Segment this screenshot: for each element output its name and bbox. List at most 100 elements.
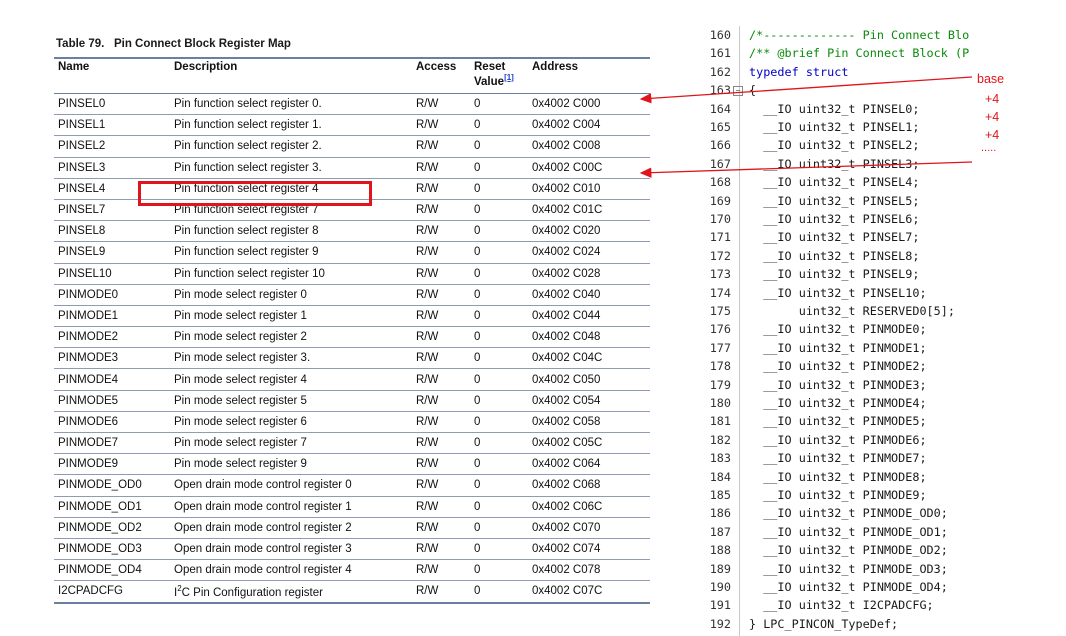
cell-access: R/W — [412, 305, 470, 328]
cell-address: 0x4002 C00C — [528, 157, 650, 179]
cell-reset: 0 — [470, 114, 528, 137]
table-row: PINSEL10 Pin function select register 10 R… — [54, 263, 650, 285]
code-line: 162 typedef struct — [697, 63, 849, 81]
desc-rest: C Pin Configuration register — [181, 586, 323, 599]
annotation-plus4-2: +4 — [985, 110, 1000, 124]
table-row: PINMODE3 Pin mode select register 3. R/W 0 0… — [54, 347, 650, 370]
table-row: PINMODE0 Pin mode select register 0 R/W 0 0x… — [54, 284, 650, 306]
cell-name: PINMODE4 — [54, 368, 170, 391]
cell-name: PINSEL2 — [54, 135, 170, 158]
code-text: { — [749, 83, 757, 98]
table-row: I2CPADCFG I2C Pin Configuration register R… — [54, 580, 650, 604]
cell-address: 0x4002 C004 — [528, 114, 650, 137]
code-text: __IO uint32_t PINMODE1; — [749, 340, 927, 355]
code-line: 160 /*------------- Pin Connect Blo — [697, 26, 970, 44]
table-row: PINMODE_OD0 Open drain mode control regis… — [54, 474, 650, 497]
cell-access: R/W — [412, 178, 470, 200]
code-text: __IO uint32_t PINMODE8; — [749, 469, 927, 484]
cell-description: Pin mode select register 7 — [170, 432, 412, 455]
cell-description: Pin mode select register 6 — [170, 411, 412, 434]
header-description: Description — [170, 57, 412, 94]
cell-access: R/W — [412, 538, 470, 561]
cell-address: 0x4002 C000 — [528, 93, 650, 116]
cell-description: Pin mode select register 3. — [170, 347, 412, 370]
cell-name: PINMODE6 — [54, 411, 170, 434]
highlight-box-pinsel4 — [138, 181, 372, 206]
code-text: __IO uint32_t PINMODE_OD0; — [749, 506, 948, 521]
cell-description: Pin function select register 10 — [170, 263, 412, 285]
code-line: 188 __IO uint32_t PINMODE_OD2; — [697, 541, 948, 559]
code-text: __IO uint32_t PINSEL9; — [749, 267, 920, 282]
table-row: PINMODE6 Pin mode select register 6 R/W 0 0x… — [54, 411, 650, 434]
cell-name: PINMODE_OD2 — [54, 517, 170, 539]
register-map-panel: Table 79. Pin Connect Block Register Map… — [54, 0, 654, 636]
line-number: 172 — [709, 248, 731, 263]
code-text: __IO uint32_t PINSEL3; — [749, 156, 920, 171]
code-line: 189 __IO uint32_t PINMODE_OD3; — [697, 560, 948, 578]
table-row: PINSEL3 Pin function select register 3. R/… — [54, 157, 650, 179]
cell-name: PINSEL8 — [54, 220, 170, 243]
table-row: PINSEL0 Pin function select register 0. R/… — [54, 93, 650, 116]
cell-reset: 0 — [470, 263, 528, 285]
table-body: PINSEL0 Pin function select register 0. R/… — [54, 93, 650, 604]
line-number: 170 — [709, 212, 731, 226]
line-number: 184 — [709, 469, 731, 484]
code-line: 178 __IO uint32_t PINMODE2; — [697, 357, 927, 375]
line-number: 176 — [709, 322, 731, 337]
code-line: 168 __IO uint32_t PINSEL4; — [697, 173, 920, 191]
code-line: 161 /** @brief Pin Connect Block (P — [697, 44, 970, 62]
code-text: __IO uint32_t PINSEL7; — [749, 230, 920, 245]
cell-access: R/W — [412, 93, 470, 116]
code-text: __IO uint32_t PINSEL0; — [749, 101, 920, 116]
cell-access: R/W — [412, 496, 470, 518]
cell-address: 0x4002 C04C — [528, 347, 650, 370]
cell-name: PINSEL10 — [54, 263, 170, 285]
cell-name: PINMODE0 — [54, 284, 170, 306]
header-name: Name — [54, 57, 170, 94]
table-header-row: Name Description Access Reset Value[1] A… — [54, 57, 650, 94]
cell-description: Pin function select register 0. — [170, 93, 412, 116]
cell-reset: 0 — [470, 432, 528, 455]
code-text: __IO uint32_t PINSEL5; — [749, 193, 920, 208]
line-number: 180 — [709, 396, 731, 410]
cell-reset: 0 — [470, 157, 528, 179]
line-number: 179 — [709, 377, 731, 392]
code-line: 182 __IO uint32_t PINMODE6; — [697, 431, 927, 449]
cell-access: R/W — [412, 326, 470, 349]
table-row: PINSEL8 Pin function select register 8 R/W… — [54, 220, 650, 243]
cell-access: R/W — [412, 263, 470, 285]
code-line: 185 __IO uint32_t PINMODE9; — [697, 486, 927, 504]
line-number: 188 — [709, 543, 731, 558]
cell-description: Open drain mode control register 0 — [170, 474, 412, 497]
header-reset-value: Reset Value[1] — [470, 57, 528, 94]
cell-description: Pin mode select register 1 — [170, 305, 412, 328]
cell-name: PINMODE5 — [54, 390, 170, 412]
cell-access: R/W — [412, 390, 470, 412]
table-row: PINSEL9 Pin function select register 9 R/W… — [54, 241, 650, 264]
code-line: 180 __IO uint32_t PINMODE4; — [697, 394, 927, 412]
cell-address: 0x4002 C06C — [528, 496, 650, 518]
cell-address: 0x4002 C064 — [528, 453, 650, 476]
fold-toggle-icon[interactable]: − — [733, 85, 743, 96]
cell-name: PINSEL0 — [54, 93, 170, 116]
cell-address: 0x4002 C068 — [528, 474, 650, 497]
table-row: PINMODE1 Pin mode select register 1 R/W 0 0x… — [54, 305, 650, 328]
code-text: __IO uint32_t PINMODE6; — [749, 432, 927, 447]
table-row: PINMODE_OD1 Open drain mode control regis… — [54, 496, 650, 518]
cell-access: R/W — [412, 368, 470, 391]
cell-access: R/W — [412, 580, 470, 604]
cell-address: 0x4002 C01C — [528, 199, 650, 222]
table-row: PINMODE2 Pin mode select register 2 R/W 0 0x… — [54, 326, 650, 349]
header-reset-label: Reset Value — [474, 61, 506, 88]
cell-name: PINSEL1 — [54, 114, 170, 137]
line-number: 177 — [709, 340, 731, 355]
annotation-ellipsis: ..... — [981, 142, 997, 154]
line-number: 171 — [709, 230, 731, 245]
cell-reset: 0 — [470, 135, 528, 158]
code-text: /*------------- Pin Connect Blo — [749, 28, 970, 42]
cell-access: R/W — [412, 347, 470, 370]
cell-description: Pin mode select register 9 — [170, 453, 412, 476]
line-number: 182 — [709, 432, 731, 447]
cell-description: Pin mode select register 2 — [170, 326, 412, 349]
reset-footnote-link[interactable]: [1] — [504, 73, 514, 82]
